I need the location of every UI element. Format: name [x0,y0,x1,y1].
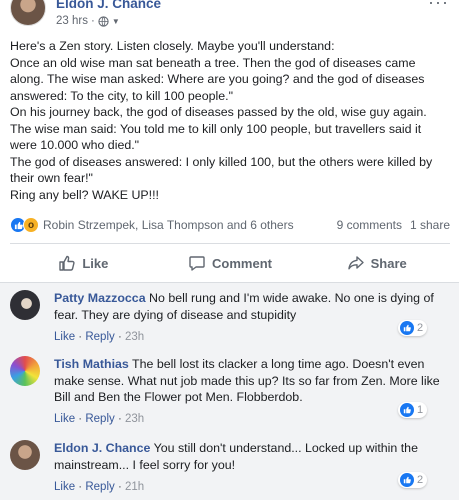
comment-icon [189,256,205,271]
more-options-icon[interactable]: ··· [428,0,449,13]
share-button[interactable]: Share [303,246,450,280]
comment-reactions[interactable]: 1 [398,402,428,418]
comment-actions: Like · Reply · 21h [54,481,145,493]
comment-time[interactable]: 21h [125,481,144,493]
post-line: Ring any bell? WAKE UP!!! [10,187,159,202]
post-stats: 9 comments 1 share [337,218,450,232]
comments-count[interactable]: 9 comments [337,218,402,232]
author-avatar[interactable] [10,0,46,26]
comment-reply-link[interactable]: Reply [85,481,114,493]
comment-button[interactable]: Comment [157,246,304,280]
comment-label: Comment [212,255,272,271]
comment-line: Tish Mathias The bell lost its clacker a… [54,356,424,373]
comment-text: Bill and Ben the Flower pot Men. Flobber… [54,390,303,404]
comment-actions: Like · Reply · 23h [54,331,145,343]
like-label: Like [82,255,109,271]
share-label: Share [370,255,407,271]
post-header: Eldon J. Chance 23 hrs · ▼ ··· [0,0,459,32]
post-time[interactable]: 23 hrs [56,15,88,27]
comment-bubble: Patty Mazzocca No bell rung and I'm wide… [46,290,434,323]
commenter-avatar[interactable] [10,356,40,386]
meta-separator: · [90,15,95,27]
comment-text: mainstream... I feel sorry for you! [54,457,236,472]
comment-bubble: Eldon J. Chance You still don't understa… [46,440,418,473]
commenter-name[interactable]: Patty Mazzocca [54,291,146,305]
comment-reaction-count: 2 [417,322,424,334]
comment-actions: Like · Reply · 23h [54,413,145,425]
comment-text: The bell lost its clacker a long time ag… [128,357,425,371]
comment-reactions[interactable]: 2 [398,472,428,488]
comment-line: Patty Mazzocca No bell rung and I'm wide… [54,290,434,307]
post-line: were 10.000 who died." [10,138,140,152]
comment-text: No bell rung and I'm wide awake. No one … [145,291,434,305]
post-line: their own fear!" [10,171,93,185]
thumbs-up-icon [59,255,75,271]
post-line: The god of diseases answered: I only kil… [10,154,433,169]
post-line: On his journey back, the god of diseases… [10,105,427,119]
like-icon [400,321,414,335]
like-icon [400,473,414,487]
comment-like-link[interactable]: Like [54,413,75,425]
post-author-name[interactable]: Eldon J. Chance [56,0,161,11]
commenter-name[interactable]: Eldon J. Chance [54,441,150,455]
comment-text: You still don't understand... Locked up … [150,441,418,455]
post-actions: Like Comment Share [10,246,450,280]
comment-reply-link[interactable]: Reply [85,413,114,425]
comment-reaction-count: 1 [417,404,424,416]
reactions-summary: o Robin Strzempek, Lisa Thompson and 6 o… [10,215,450,235]
post-body: Here's a Zen story. Listen closely. Mayb… [10,38,452,203]
comment-time[interactable]: 23h [125,331,144,343]
post-line: along. The wise man asked: Where are you… [10,72,425,86]
comment-text: make sense. What nut job made this up? I… [54,373,440,388]
comment-line: Eldon J. Chance You still don't understa… [54,440,418,457]
wow-icon: o [23,217,39,233]
post-line: answered: To the city, to kill 100 peopl… [10,88,233,103]
post-line: The wise man said: You told me to kill o… [10,121,422,136]
comment-like-link[interactable]: Like [54,481,75,493]
reactors-text[interactable]: Robin Strzempek, Lisa Thompson and 6 oth… [43,218,294,232]
shares-count[interactable]: 1 share [410,218,450,232]
commenter-name[interactable]: Tish Mathias [54,357,129,371]
comment-like-link[interactable]: Like [54,331,75,343]
like-icon [400,403,414,417]
commenter-avatar[interactable] [10,440,40,470]
post-line: Here's a Zen story. Listen closely. Mayb… [10,39,335,53]
post-line: Once an old wise man sat beneath a tree.… [10,55,416,70]
comment-reaction-count: 2 [417,474,424,486]
comment-time[interactable]: 23h [125,413,144,425]
share-icon [347,256,364,270]
like-button[interactable]: Like [10,246,157,280]
globe-icon [98,15,109,27]
reaction-icons[interactable]: o [10,217,39,233]
post-meta: 23 hrs · ▼ [56,15,120,27]
comment-reactions[interactable]: 2 [398,320,428,336]
commenter-avatar[interactable] [10,290,40,320]
comment-reply-link[interactable]: Reply [85,331,114,343]
comment-bubble: Tish Mathias The bell lost its clacker a… [46,356,440,406]
divider [10,243,450,244]
audience-caret-icon[interactable]: ▼ [112,17,120,26]
comment-text: fear. They are dying of disease and stup… [54,307,297,322]
